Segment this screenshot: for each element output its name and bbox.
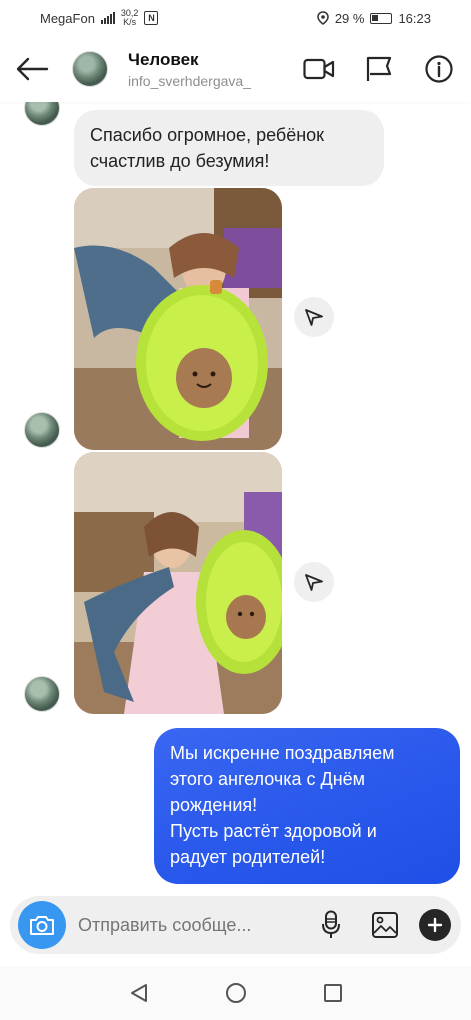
flag-button[interactable]	[359, 49, 399, 89]
incoming-message-text: Спасибо огромное, ребёнок счастлив до бе…	[90, 125, 325, 171]
image-icon	[372, 912, 398, 938]
nav-home-button[interactable]	[216, 973, 256, 1013]
outgoing-line-4: Пусть растёт здоровой и	[170, 821, 377, 841]
system-navigation-bar	[0, 966, 471, 1020]
voice-message-button[interactable]	[311, 905, 351, 945]
nav-recents-button[interactable]	[313, 973, 353, 1013]
microphone-icon	[322, 910, 340, 938]
back-button[interactable]	[12, 49, 52, 89]
flag-icon	[366, 56, 392, 81]
sender-avatar	[24, 412, 60, 448]
nav-back-button[interactable]	[119, 973, 159, 1013]
clock: 16:23	[398, 10, 431, 26]
contact-name: Человек	[128, 49, 199, 69]
status-left: MegaFon 30,2 K/s N	[40, 9, 159, 27]
message-thread[interactable]: Спасибо огромное, ребёнок счастлив до бе…	[0, 102, 471, 892]
header-actions	[299, 49, 459, 89]
message-input[interactable]	[78, 914, 311, 936]
chat-header: Человек info_sverhdergava_	[0, 36, 471, 102]
location-icon	[317, 11, 329, 25]
direct-message-screen: MegaFon 30,2 K/s N 29 % 16:23 Человек in…	[0, 0, 471, 1020]
outgoing-line-1: Мы искренне поздравляем	[170, 743, 395, 763]
outgoing-line-5: радует родителей!	[170, 847, 326, 867]
video-camera-icon	[303, 58, 335, 80]
battery-percent: 29 %	[334, 10, 365, 26]
sender-avatar	[24, 676, 60, 712]
nfc-icon: N	[144, 11, 159, 25]
info-button[interactable]	[419, 49, 459, 89]
camera-icon	[30, 916, 54, 935]
video-call-button[interactable]	[299, 49, 339, 89]
outgoing-line-2: этого ангелочка с Днём	[170, 769, 366, 789]
info-icon	[425, 55, 453, 83]
photo-girl-with-avocado-plush-2	[74, 452, 282, 714]
share-button-2[interactable]	[294, 562, 334, 602]
battery-icon	[370, 12, 393, 24]
signal-icon	[100, 12, 115, 24]
square-recents-icon	[323, 984, 342, 1002]
photo-message-1[interactable]	[74, 188, 282, 450]
status-bar: MegaFon 30,2 K/s N 29 % 16:23	[0, 0, 471, 36]
circle-home-icon	[225, 983, 246, 1003]
outgoing-message-bubble[interactable]: Мы искренне поздравляем этого ангелочка …	[154, 728, 460, 884]
contact-username: info_sverhdergava_	[128, 72, 251, 89]
add-button[interactable]	[419, 909, 451, 941]
network-speed: 30,2 K/s	[121, 9, 139, 27]
avatar[interactable]	[72, 51, 108, 87]
photo-girl-with-avocado-plush-1	[74, 188, 282, 450]
composer-actions	[311, 905, 451, 945]
share-button-1[interactable]	[294, 297, 334, 337]
status-right: 29 % 16:23	[317, 11, 431, 26]
camera-button[interactable]	[18, 901, 66, 949]
photo-message-2[interactable]	[74, 452, 282, 714]
send-icon	[305, 574, 323, 591]
message-composer	[10, 896, 461, 954]
incoming-message-bubble[interactable]: Спасибо огромное, ребёнок счастлив до бе…	[74, 110, 384, 186]
send-icon	[305, 309, 323, 326]
network-speed-unit: K/s	[123, 17, 137, 27]
outgoing-line-3: рождения!	[170, 795, 258, 815]
carrier-label: MegaFon	[40, 10, 95, 26]
contact-info[interactable]: Человек info_sverhdergava_	[128, 50, 251, 89]
plus-icon	[427, 917, 443, 933]
triangle-back-icon	[130, 984, 147, 1002]
sender-avatar	[24, 102, 60, 126]
back-arrow-icon	[16, 57, 49, 81]
gallery-button[interactable]	[365, 905, 405, 945]
